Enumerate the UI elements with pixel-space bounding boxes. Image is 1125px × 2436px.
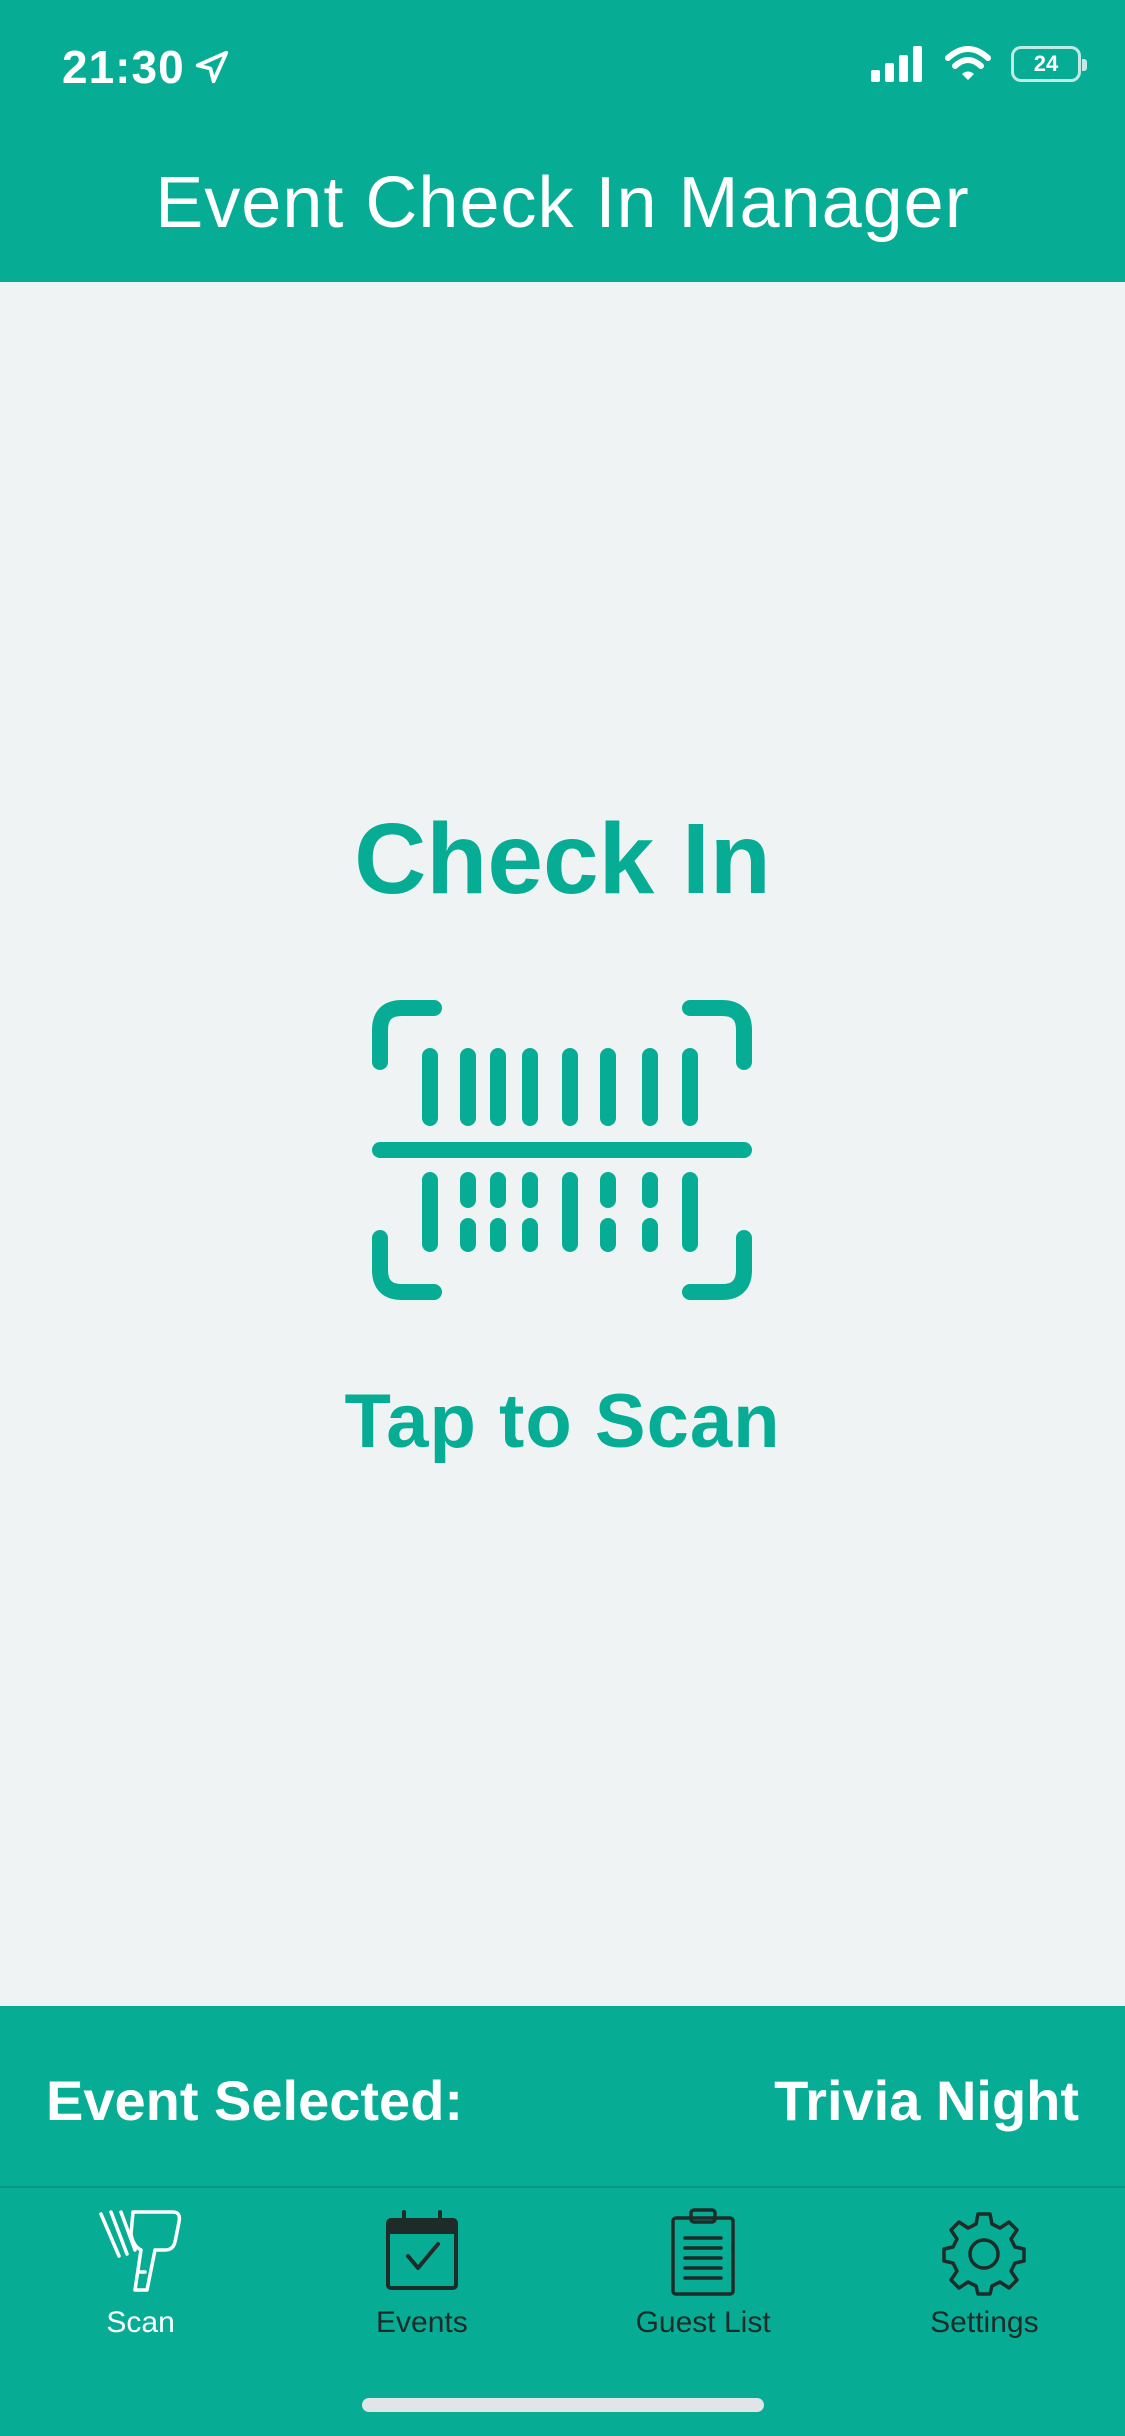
status-time: 21:30 [62,40,231,94]
home-indicator[interactable] [362,2398,764,2412]
location-arrow-icon [195,50,228,84]
scan-button[interactable] [372,1000,752,1300]
battery-icon: 24 [1011,46,1087,82]
event-selected-value: Trivia Night [774,2069,1079,2132]
tab-scan[interactable]: Scan [0,2188,281,2436]
app-title: Event Check In Manager [155,163,970,243]
clipboard-list-icon [671,2208,735,2296]
status-icons: 24 [871,46,1087,82]
main-content: Check In Tap to Scan [0,282,1125,2006]
event-selected-label: Event Selected: [46,2069,464,2132]
barcode-scan-icon [372,1000,752,1300]
tab-events-label: Events [376,2306,468,2339]
header: 21:30 24 Event Check In Manager [0,0,1125,282]
tab-settings-label: Settings [930,2306,1039,2339]
tab-scan-label: Scan [106,2306,175,2339]
barcode-scanner-icon [98,2210,181,2292]
tab-settings[interactable]: Settings [844,2188,1125,2436]
tap-to-scan-label[interactable]: Tap to Scan [0,1378,1125,1465]
battery-level: 24 [1033,51,1059,76]
wifi-icon [945,46,991,80]
gear-icon [942,2212,1027,2296]
tab-guest-list-label: Guest List [635,2306,771,2339]
signal-icon [871,46,922,82]
event-selected-bar: Event Selected: Trivia Night [0,2006,1125,2186]
status-time-text: 21:30 [62,41,185,93]
calendar-check-icon [385,2210,458,2290]
check-in-title: Check In [354,803,771,915]
app-screen: 21:30 24 Event Check In Manager Check In… [0,0,1125,2436]
